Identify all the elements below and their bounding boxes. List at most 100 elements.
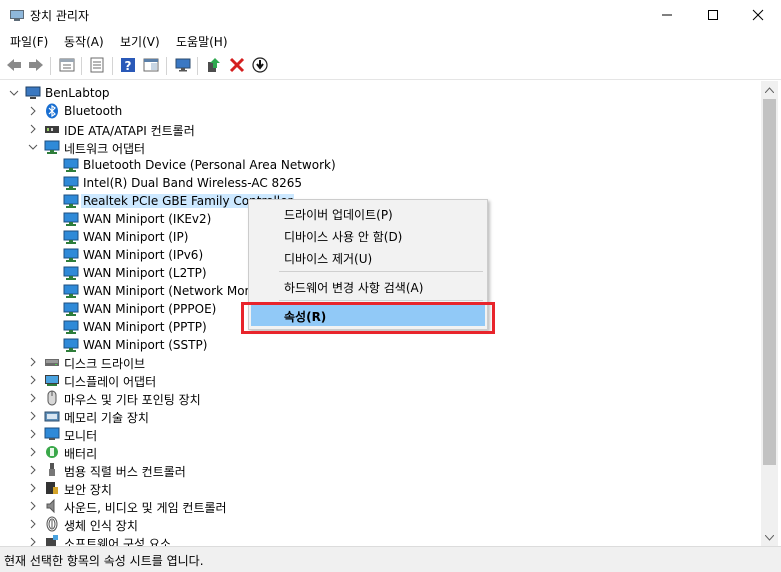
tree-category-security[interactable]: 보안 장치 (1, 479, 761, 497)
menu-item-update-driver[interactable]: 드라이버 업데이트(P) (251, 202, 485, 224)
device-label: WAN Miniport (SSTP) (83, 338, 208, 352)
help-button[interactable]: ? (119, 56, 137, 74)
monitor-icon (44, 427, 60, 440)
properties-sheet-icon (59, 58, 75, 72)
category-label: 네트워크 어댑터 (64, 142, 146, 156)
uninstall-button[interactable] (228, 56, 246, 74)
maximize-button[interactable] (690, 0, 736, 30)
tree-category-disk[interactable]: 디스크 드라이브 (1, 353, 761, 371)
bluetooth-icon (46, 103, 58, 119)
menu-item-disable-device[interactable]: 디바이스 사용 안 함(D) (251, 224, 485, 246)
menu-help[interactable]: 도움말(H) (176, 33, 228, 50)
category-label: 메모리 기술 장치 (64, 411, 149, 425)
action-pane-button[interactable] (142, 56, 160, 74)
menu-item-label: 디바이스 제거(U) (284, 252, 373, 266)
chevron-right-icon (30, 124, 36, 134)
toolbar-separator (50, 57, 51, 75)
toolbar-separator (197, 57, 198, 75)
category-label: IDE ATA/ATAPI 컨트롤러 (64, 124, 195, 138)
network-device-item[interactable]: Bluetooth Device (Personal Area Network) (1, 156, 761, 174)
tree-category-memory[interactable]: 메모리 기술 장치 (1, 407, 761, 425)
menu-item-label: 디바이스 사용 안 함(D) (284, 230, 403, 244)
chevron-right-icon (30, 375, 36, 385)
tree-category-biometric[interactable]: 생체 인식 장치 (1, 515, 761, 533)
view-list-button[interactable] (88, 56, 106, 74)
properties-sheet-button[interactable] (58, 56, 76, 74)
tree-category-audio[interactable]: 사운드, 비디오 및 게임 컨트롤러 (1, 497, 761, 515)
forward-button[interactable] (27, 56, 45, 74)
menu-item-scan-hardware[interactable]: 하드웨어 변경 사항 검색(A) (251, 275, 485, 297)
update-driver-button[interactable] (205, 56, 223, 74)
action-pane-icon (143, 58, 159, 72)
menu-item-uninstall-device[interactable]: 디바이스 제거(U) (251, 246, 485, 268)
vertical-scrollbar[interactable] (761, 81, 778, 546)
close-icon (752, 9, 764, 21)
device-label: Intel(R) Dual Band Wireless-AC 8265 (83, 176, 303, 190)
disable-device-button[interactable] (251, 56, 269, 74)
menu-action[interactable]: 동작(A) (64, 33, 104, 50)
category-label: 모니터 (64, 429, 98, 443)
category-label: 마우스 및 기타 포인팅 장치 (64, 393, 201, 407)
chevron-right-icon (30, 483, 36, 493)
update-driver-icon (208, 58, 220, 72)
tree-category-software[interactable]: 소프트웨어 구성 요소 (1, 533, 761, 546)
speaker-icon (46, 498, 55, 514)
chevron-right-icon (30, 106, 36, 116)
window-title: 장치 관리자 (30, 9, 90, 23)
chevron-down-icon (9, 90, 19, 96)
monitor-scan-icon (175, 58, 191, 72)
scrollbar-thumb[interactable] (763, 99, 776, 465)
security-device-icon (46, 482, 58, 494)
mouse-icon (47, 390, 57, 406)
network-adapter-icon (63, 266, 79, 280)
tree-category-battery[interactable]: 배터리 (1, 443, 761, 461)
tree-root[interactable]: BenLabtop (1, 84, 761, 102)
chevron-right-icon (30, 537, 36, 546)
toolbar-separator (112, 57, 113, 75)
chevron-right-icon (30, 429, 36, 439)
scroll-up-button[interactable] (761, 81, 778, 98)
network-adapter-icon (63, 158, 79, 172)
network-device-item[interactable]: Intel(R) Dual Band Wireless-AC 8265 (1, 174, 761, 192)
toolbar-separator (81, 57, 82, 75)
tree-category-usb[interactable]: 범용 직렬 버스 컨트롤러 (1, 461, 761, 479)
back-button[interactable] (5, 56, 23, 74)
status-text: 현재 선택한 항목의 속성 시트를 엽니다. (4, 554, 204, 568)
menu-separator (279, 271, 483, 272)
help-icon: ? (121, 58, 135, 73)
chevron-down-icon (28, 144, 38, 150)
memory-device-icon (44, 411, 60, 422)
tree-category-monitor[interactable]: 모니터 (1, 425, 761, 443)
tree-category-ide[interactable]: IDE ATA/ATAPI 컨트롤러 (1, 120, 761, 138)
category-label: 생체 인식 장치 (64, 519, 138, 533)
menu-file[interactable]: 파일(F) (10, 33, 48, 50)
maximize-icon (708, 10, 718, 20)
network-adapter-icon (63, 230, 79, 244)
tree-category-network[interactable]: 네트워크 어댑터 (1, 138, 761, 156)
category-label: 배터리 (64, 447, 98, 461)
network-adapter-icon (63, 302, 79, 316)
category-label: 사운드, 비디오 및 게임 컨트롤러 (64, 501, 227, 515)
fingerprint-icon (46, 516, 58, 532)
network-adapter-icon (63, 284, 79, 298)
tree-category-mouse[interactable]: 마우스 및 기타 포인팅 장치 (1, 389, 761, 407)
disk-drive-icon (45, 359, 59, 366)
chevron-up-icon (765, 86, 774, 93)
highlight-annotation-box (241, 302, 495, 334)
close-button[interactable] (735, 0, 781, 30)
back-arrow-icon (7, 59, 21, 71)
network-device-item[interactable]: WAN Miniport (SSTP) (1, 336, 761, 354)
device-label: WAN Miniport (PPPOE) (83, 302, 217, 316)
network-adapter-icon (63, 338, 79, 352)
scroll-down-button[interactable] (761, 529, 778, 546)
minimize-button[interactable] (644, 0, 690, 30)
device-label: WAN Miniport (PPTP) (83, 320, 207, 334)
menu-view[interactable]: 보기(V) (120, 33, 160, 50)
tree-category-display[interactable]: 디스플레이 어댑터 (1, 371, 761, 389)
ide-controller-icon (45, 126, 59, 133)
chevron-right-icon (30, 447, 36, 457)
forward-arrow-icon (29, 59, 43, 71)
device-manager-icon (9, 7, 25, 23)
tree-category-bluetooth[interactable]: Bluetooth (1, 102, 761, 120)
scan-hardware-button[interactable] (174, 56, 192, 74)
